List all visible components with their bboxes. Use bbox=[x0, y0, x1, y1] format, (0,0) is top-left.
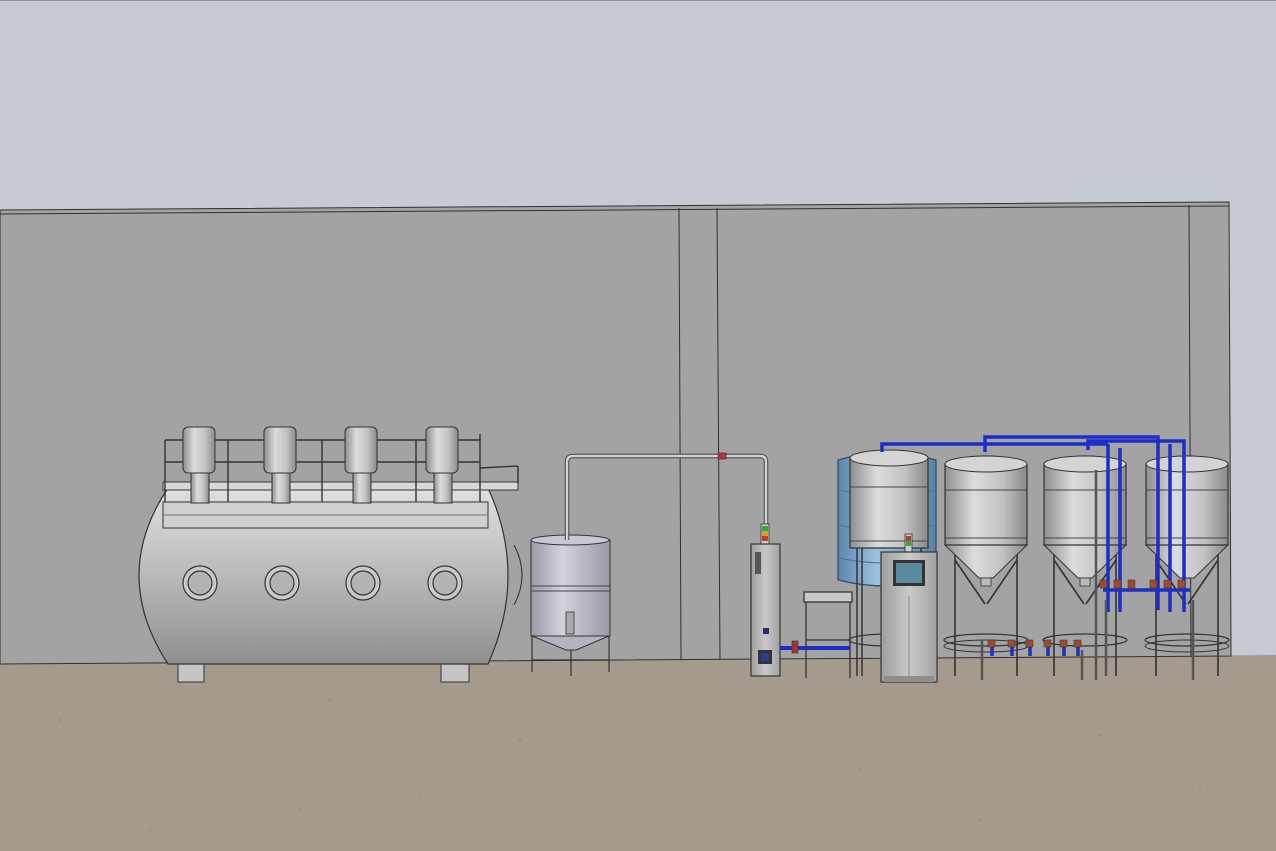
signal-light-amber bbox=[762, 531, 768, 536]
hmi-screen bbox=[896, 563, 922, 583]
plc-control-panel bbox=[880, 533, 938, 683]
cad-scene bbox=[0, 0, 1276, 851]
pipe-valve bbox=[717, 452, 727, 460]
signal-light-red bbox=[762, 536, 768, 541]
vessel-top-walkway bbox=[162, 481, 519, 491]
floor bbox=[0, 655, 1276, 851]
signal-light-green bbox=[762, 526, 768, 531]
control-cabinet bbox=[750, 523, 781, 677]
